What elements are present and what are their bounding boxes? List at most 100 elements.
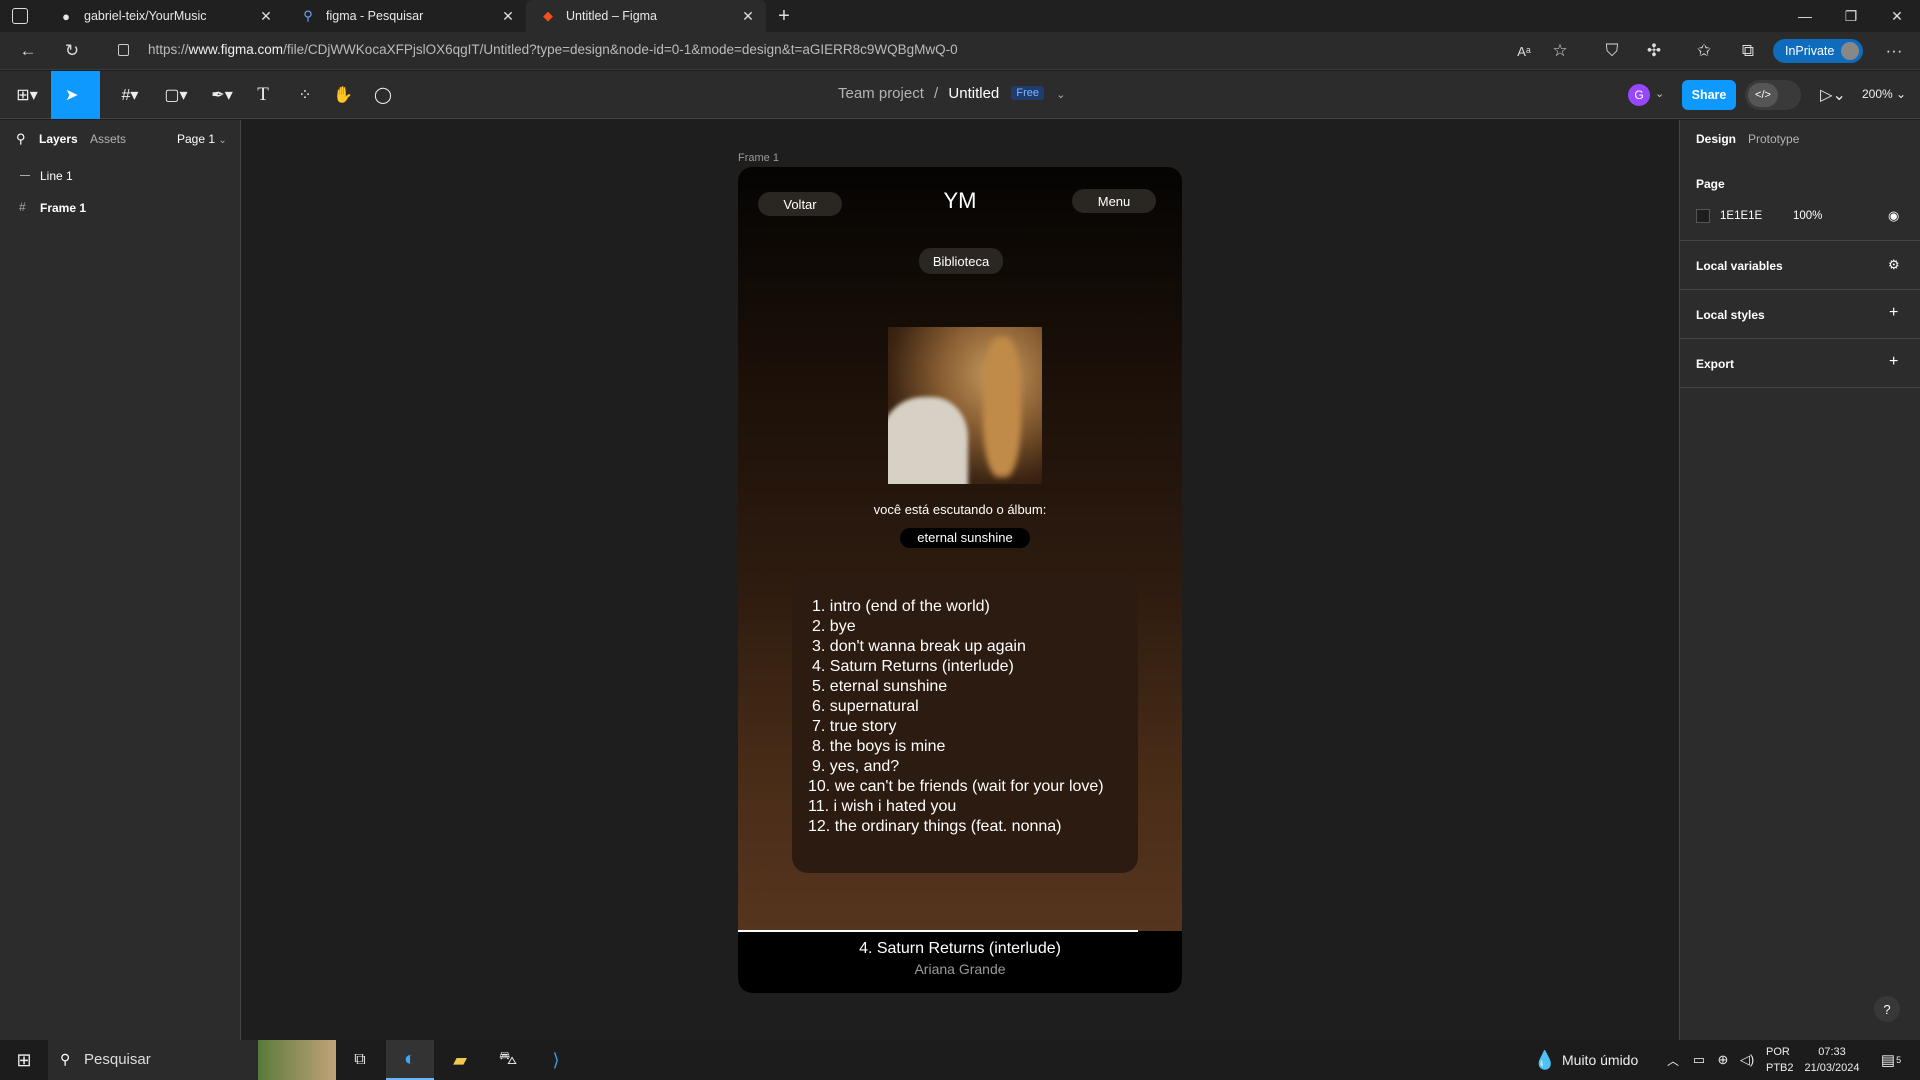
task-view-icon[interactable]: ⧉ — [344, 1040, 376, 1080]
zoom-level[interactable]: 200% ⌄ — [1862, 87, 1906, 101]
close-icon[interactable]: ✕ — [500, 8, 516, 24]
inprivate-button[interactable]: InPrivate — [1773, 39, 1863, 63]
comment-icon[interactable]: ◯ — [370, 79, 396, 111]
collections-icon[interactable]: ⧉ — [1734, 38, 1762, 64]
local-styles-label[interactable]: Local styles — [1696, 308, 1765, 322]
list-item[interactable]: 5. eternal sunshine — [808, 677, 1122, 697]
now-playing-title: 4. Saturn Returns (interlude) — [859, 940, 1061, 957]
read-aloud-icon[interactable]: Aᵃ — [1510, 38, 1538, 64]
team-name[interactable]: Team project — [838, 85, 924, 102]
vscode-icon[interactable]: ⟩ — [538, 1040, 574, 1080]
layer-frame-1[interactable]: # Frame 1 — [0, 198, 240, 218]
progress-line[interactable] — [738, 930, 1138, 932]
tab-prototype[interactable]: Prototype — [1748, 132, 1799, 146]
page-color-hex[interactable]: 1E1E1E — [1720, 210, 1762, 222]
shape-tool[interactable]: ▢▾ — [158, 79, 194, 111]
album-name-pill[interactable]: eternal sunshine — [900, 528, 1030, 548]
close-icon[interactable]: ✕ — [258, 8, 274, 24]
start-icon[interactable]: ⊞ — [8, 1040, 40, 1080]
tab-figma[interactable]: ◆ Untitled – Figma ✕ — [526, 0, 766, 32]
list-item[interactable]: 6. supernatural — [808, 697, 1122, 717]
help-label: ? — [1883, 1001, 1891, 1017]
menu-button[interactable]: Menu — [1072, 189, 1156, 213]
eye-icon[interactable]: ◉ — [1888, 208, 1899, 224]
extensions-icon[interactable]: ✣ — [1640, 38, 1668, 64]
store-icon[interactable]: ⛍ — [490, 1040, 526, 1080]
tab-layers[interactable]: Layers — [39, 132, 78, 146]
pen-tool[interactable]: ✒▾ — [204, 79, 240, 111]
refresh-icon[interactable]: ↻ — [58, 38, 86, 64]
list-item[interactable]: 2. bye — [808, 617, 1122, 637]
list-item[interactable]: 3. don't wanna break up again — [808, 637, 1122, 657]
hand-tool-icon[interactable]: ✋ — [330, 79, 356, 111]
weather-label[interactable]: Muito úmido — [1562, 1040, 1658, 1080]
chevron-down-icon[interactable]: ⌄ — [1655, 87, 1664, 100]
list-item[interactable]: 12. the ordinary things (feat. nonna) — [808, 817, 1122, 837]
present-icon[interactable]: ▷⌄ — [1818, 79, 1848, 111]
language-indicator[interactable]: POR PTB2 — [1766, 1044, 1794, 1076]
list-item[interactable]: 8. the boys is mine — [808, 737, 1122, 757]
share-button[interactable]: Share — [1682, 80, 1736, 110]
list-item[interactable]: 7. true story — [808, 717, 1122, 737]
move-tool[interactable]: ➤ — [51, 71, 100, 119]
list-item[interactable]: 11. i wish i hated you — [808, 797, 1122, 817]
list-item[interactable]: 4. Saturn Returns (interlude) — [808, 657, 1122, 677]
favorite-add-icon[interactable]: ☆ — [1546, 38, 1574, 64]
frame-label[interactable]: Frame 1 — [738, 152, 779, 164]
add-icon[interactable]: + — [1889, 353, 1898, 371]
weather-icon[interactable]: 💧 — [1534, 1040, 1556, 1080]
list-item[interactable]: 9. yes, and? — [808, 757, 1122, 777]
search-icon[interactable]: ⚲ — [16, 131, 26, 147]
tab-assets[interactable]: Assets — [90, 132, 126, 146]
help-button[interactable]: ? — [1874, 996, 1900, 1022]
phone-frame[interactable]: Voltar YM Menu Biblioteca você está escu… — [738, 167, 1182, 993]
page-opacity[interactable]: 100% — [1793, 210, 1822, 222]
chevron-down-icon[interactable]: ⌄ — [1056, 89, 1065, 101]
avatar[interactable]: G — [1628, 84, 1650, 106]
list-item[interactable]: 10. we can't be friends (wait for your l… — [808, 777, 1122, 797]
edge-icon[interactable]: ◐ — [386, 1040, 434, 1080]
page-color-swatch[interactable] — [1696, 209, 1710, 223]
text-tool[interactable]: T — [250, 79, 276, 111]
variables-icon[interactable]: ⚙ — [1888, 257, 1900, 273]
url-text[interactable]: https://www.figma.com/file/CDjWWKocaXFPj… — [148, 42, 958, 57]
file-name[interactable]: Untitled — [948, 85, 999, 102]
tab-design[interactable]: Design — [1696, 132, 1736, 146]
tab-github[interactable]: ● gabriel-teix/YourMusic ✕ — [44, 0, 284, 32]
breadcrumb[interactable]: Team project / Untitled Free ⌄ — [838, 85, 1065, 102]
notifications-icon[interactable]: ▤ 5 — [1876, 1040, 1906, 1080]
file-explorer-icon[interactable]: ▰ — [442, 1040, 478, 1080]
list-item[interactable]: 1. intro (end of the world) — [808, 597, 1122, 617]
window-close-icon[interactable]: ✕ — [1874, 0, 1920, 32]
back-button[interactable]: Voltar — [758, 192, 842, 216]
taskbar-search-box[interactable]: ⚲ Pesquisar — [48, 1040, 336, 1080]
library-button[interactable]: Biblioteca — [919, 248, 1003, 274]
export-label[interactable]: Export — [1696, 357, 1734, 371]
restore-icon[interactable]: ❐ — [1828, 0, 1874, 32]
new-tab-button[interactable]: + — [774, 4, 794, 28]
now-playing-bar[interactable]: 4. Saturn Returns (interlude) Ariana Gra… — [738, 931, 1182, 993]
network-icon[interactable]: ⊕ — [1714, 1040, 1732, 1080]
back-icon[interactable]: ← — [14, 38, 42, 64]
battery-icon[interactable]: ▭ — [1690, 1040, 1708, 1080]
page-select[interactable]: Page 1 ⌄ — [177, 132, 227, 146]
frame-tool[interactable]: #▾ — [112, 79, 148, 111]
chevron-up-icon[interactable]: ︿ — [1664, 1040, 1682, 1080]
more-options-icon[interactable]: ··· — [1880, 38, 1908, 64]
layer-line-1[interactable]: Line 1 — [0, 166, 240, 186]
close-icon[interactable]: ✕ — [740, 8, 756, 24]
tab-search[interactable]: ⚲ figma - Pesquisar ✕ — [286, 0, 526, 32]
main-menu-icon[interactable]: ⊞▾ — [10, 79, 44, 111]
favorites-icon[interactable]: ✩ — [1690, 38, 1718, 64]
tab-actions-icon[interactable] — [12, 8, 28, 24]
minimize-icon[interactable]: — — [1782, 0, 1828, 32]
volume-icon[interactable]: ◁) — [1738, 1040, 1756, 1080]
lock-icon[interactable] — [118, 44, 129, 56]
local-variables-label[interactable]: Local variables — [1696, 259, 1783, 273]
profile-avatar — [1841, 42, 1859, 60]
add-icon[interactable]: + — [1889, 304, 1898, 322]
dev-mode-toggle[interactable]: </> — [1745, 80, 1801, 110]
clock[interactable]: 07:33 21/03/2024 — [1802, 1044, 1862, 1076]
shield-icon[interactable]: ⛉ — [1598, 38, 1626, 64]
resources-icon[interactable]: ⁘ — [292, 79, 318, 111]
